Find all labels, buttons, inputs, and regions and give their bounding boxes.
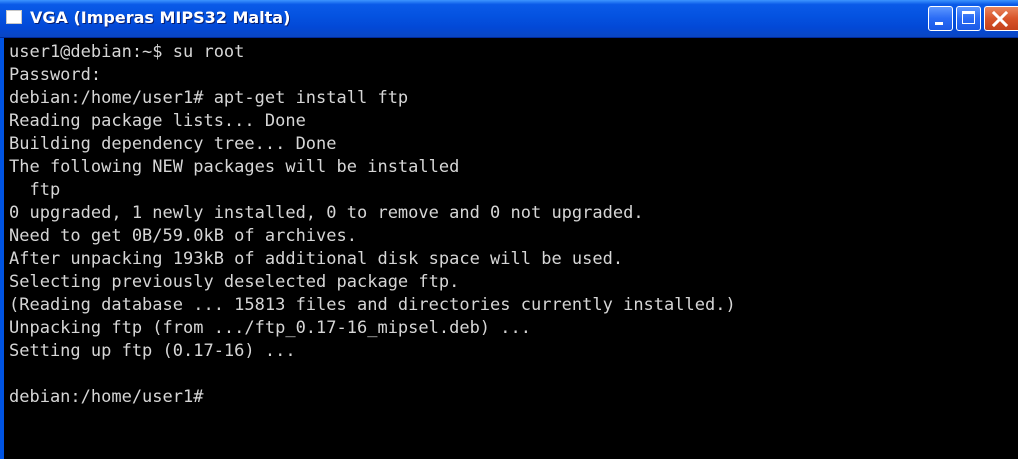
terminal-line: Need to get 0B/59.0kB of archives. [9,226,357,246]
terminal-line: Setting up ftp (0.17-16) ... [9,341,296,361]
terminal-line: debian:/home/user1# apt-get install ftp [9,88,409,108]
close-icon [991,10,1009,28]
terminal-prompt-line: debian:/home/user1# [9,387,204,407]
terminal-output[interactable]: user1@debian:~$ su root Password: debian… [4,38,1018,459]
terminal-line: Reading package lists... Done [9,111,306,131]
terminal-line: user1@debian:~$ su root [9,42,245,62]
terminal-line: The following NEW packages will be insta… [9,157,460,177]
maximize-icon [962,11,975,24]
minimize-icon [935,22,943,25]
terminal-line: Unpacking ftp (from .../ftp_0.17-16_mips… [9,318,531,338]
terminal-line: 0 upgraded, 1 newly installed, 0 to remo… [9,203,644,223]
terminal-line: ftp [9,180,61,200]
maximize-button[interactable] [956,6,981,31]
close-button[interactable] [984,6,1018,31]
window-title: VGA (Imperas MIPS32 Malta) [30,8,291,27]
terminal-line: Password: [9,65,102,85]
title-bar[interactable]: VGA (Imperas MIPS32 Malta) [0,0,1018,38]
vga-window: VGA (Imperas MIPS32 Malta) user1@debian:… [0,0,1018,459]
terminal-line: Selecting previously deselected package … [9,272,460,292]
terminal-line: Building dependency tree... Done [9,134,337,154]
minimize-button[interactable] [928,6,953,31]
terminal-line: After unpacking 193kB of additional disk… [9,249,624,269]
window-app-icon[interactable] [6,10,22,24]
terminal-line: (Reading database ... 15813 files and di… [9,295,736,315]
